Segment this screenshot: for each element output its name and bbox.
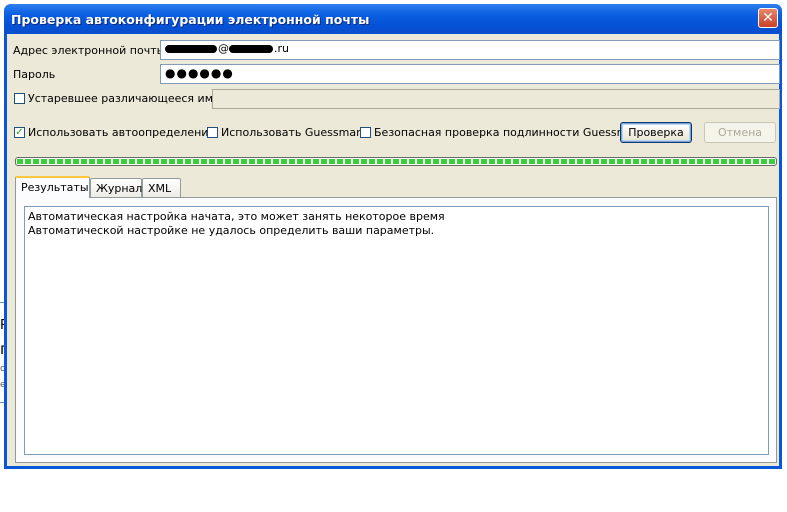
checkbox-box[interactable] xyxy=(360,127,371,138)
email-domain-suffix: .ru xyxy=(274,42,289,55)
legacy-name-field[interactable] xyxy=(212,89,780,109)
password-field[interactable]: ●●●●●● xyxy=(160,64,780,84)
tab-xml[interactable]: XML xyxy=(142,178,181,197)
tab-log[interactable]: Журнал xyxy=(90,178,142,197)
email-label: Адрес электронной почты xyxy=(13,44,166,57)
result-line: Автоматической настройке не удалось опре… xyxy=(28,224,435,237)
results-panel: Автоматическая настройка начата, это мож… xyxy=(15,197,777,463)
legacy-name-checkbox[interactable]: Устаревшее различающееся имя xyxy=(14,92,220,105)
password-label: Пароль xyxy=(13,68,56,81)
checkbox-box[interactable] xyxy=(207,127,218,138)
close-icon: ✕ xyxy=(762,10,774,26)
tab-results[interactable]: Результаты xyxy=(15,176,90,198)
test-button[interactable]: Проверка xyxy=(620,122,692,143)
secure-guessmart-checkbox[interactable]: Безопасная проверка подлинности Guessmar… xyxy=(360,126,643,139)
close-button[interactable]: ✕ xyxy=(758,8,778,28)
results-textbox[interactable]: Автоматическая настройка начата, это мож… xyxy=(24,206,769,455)
email-at-sign: @ xyxy=(218,42,229,55)
redacted-email-domain xyxy=(229,45,273,53)
redacted-email-local xyxy=(165,45,217,53)
autodetect-label: Использовать автоопределение xyxy=(28,126,216,139)
guessmart-label: Использовать Guessmart xyxy=(221,126,365,139)
result-line: Автоматическая настройка начата, это мож… xyxy=(28,210,445,223)
autodetect-checkbox[interactable]: ✓ Использовать автоопределение xyxy=(14,126,215,139)
secure-guessmart-label: Безопасная проверка подлинности Guessmar… xyxy=(374,126,643,139)
window-title: Проверка автоконфигурации электронной по… xyxy=(11,12,370,27)
progress-bar xyxy=(15,157,777,166)
guessmart-checkbox[interactable]: Использовать Guessmart xyxy=(207,126,365,139)
autoconfig-dialog: Проверка автоконфигурации электронной по… xyxy=(4,4,782,469)
legacy-name-label: Устаревшее различающееся имя xyxy=(28,92,220,105)
checkbox-box[interactable] xyxy=(14,93,25,104)
cancel-button[interactable]: Отмена xyxy=(704,122,776,143)
progress-fill xyxy=(17,159,775,164)
email-field[interactable]: @ .ru xyxy=(160,40,780,60)
checkmark-icon[interactable]: ✓ xyxy=(14,127,25,138)
dialog-body: Адрес электронной почты @ .ru Пароль ●●●●… xyxy=(7,34,780,466)
password-value: ●●●●●● xyxy=(165,66,234,80)
title-bar[interactable]: Проверка автоконфигурации электронной по… xyxy=(4,4,782,34)
